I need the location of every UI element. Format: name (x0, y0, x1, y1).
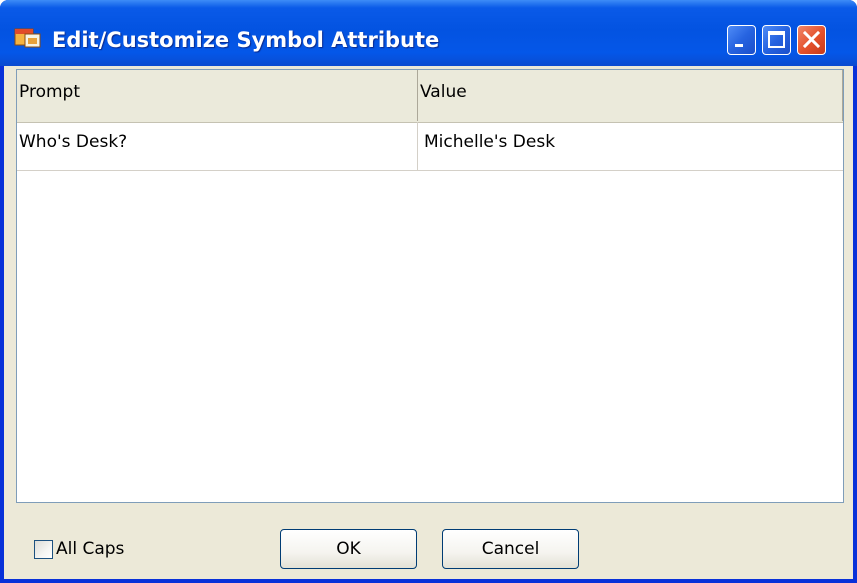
prompt-cell: Who's Desk? (17, 122, 418, 170)
dialog-footer: All Caps OK Cancel (4, 506, 853, 579)
ok-button[interactable]: OK (280, 529, 417, 569)
all-caps-label[interactable]: All Caps (56, 537, 124, 561)
all-caps-checkbox[interactable] (34, 540, 53, 559)
grid-header: Prompt Value (17, 70, 843, 123)
dialog-body: Prompt Value Who's Desk? Michelle's Desk… (4, 66, 853, 579)
value-cell[interactable]: Michelle's Desk (418, 122, 843, 170)
minimize-icon (735, 44, 743, 47)
column-header-prompt[interactable]: Prompt (17, 70, 418, 121)
title-bar[interactable]: Edit/Customize Symbol Attribute (0, 0, 857, 66)
app-icon (14, 26, 42, 48)
minimize-button[interactable] (727, 25, 756, 55)
maximize-icon (768, 31, 785, 48)
attribute-grid[interactable]: Prompt Value Who's Desk? Michelle's Desk (16, 69, 844, 503)
cancel-button[interactable]: Cancel (442, 529, 579, 569)
column-header-value[interactable]: Value (418, 70, 843, 121)
maximize-button[interactable] (762, 25, 791, 55)
window-title: Edit/Customize Symbol Attribute (52, 28, 440, 52)
close-button[interactable] (797, 25, 826, 55)
close-icon (802, 30, 821, 49)
table-row[interactable]: Who's Desk? Michelle's Desk (17, 122, 843, 171)
dialog-window: Edit/Customize Symbol Attribute Prompt V… (0, 0, 857, 583)
